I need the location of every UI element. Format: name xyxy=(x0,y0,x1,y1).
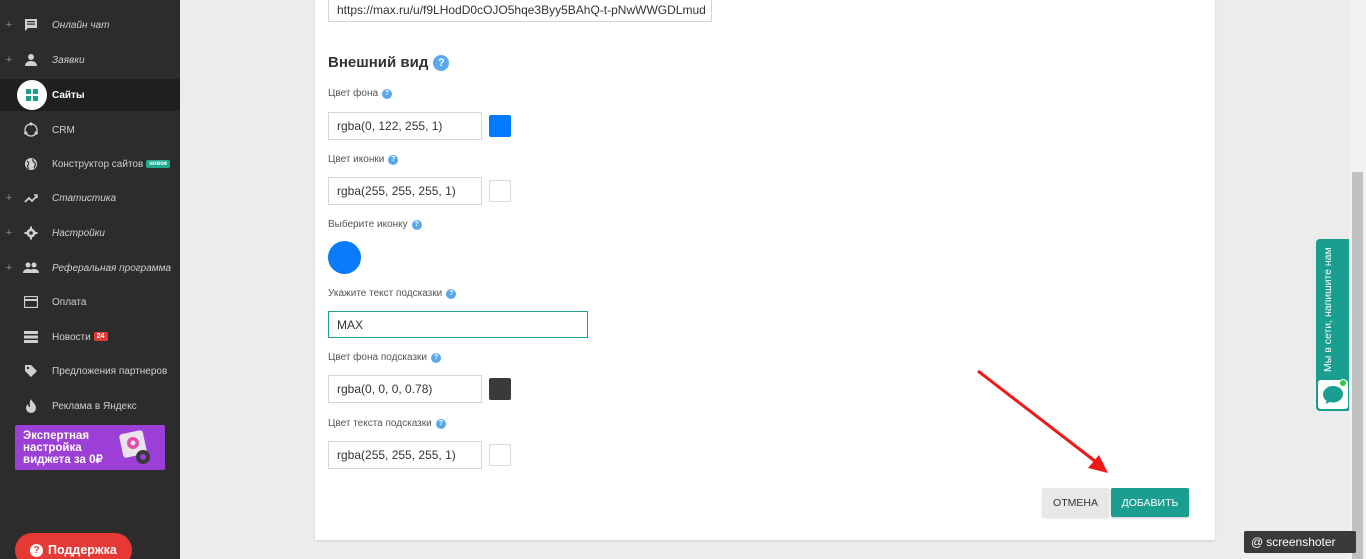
hint-text-input[interactable]: MAX xyxy=(328,311,588,338)
promo-banner[interactable]: Экспертная настройка виджета за 0₽ xyxy=(15,425,165,470)
sidebar-item-label: Сайты xyxy=(52,89,85,101)
help-icon[interactable]: ? xyxy=(431,352,442,363)
sidebar-item-crm[interactable]: CRM xyxy=(0,114,180,146)
help-icon[interactable]: ? xyxy=(382,88,393,99)
annotation-arrow-icon xyxy=(977,369,1108,473)
expand-icon[interactable]: + xyxy=(5,227,13,239)
expand-icon[interactable]: + xyxy=(5,192,13,204)
sidebar-item-yandex-ads[interactable]: Реклама в Яндекс xyxy=(0,390,180,422)
sidebar-item-label: Онлайн чат xyxy=(52,19,110,31)
sidebar-item-label: Новости 24 xyxy=(52,332,108,343)
help-icon[interactable]: ? xyxy=(435,418,446,429)
label-text: Укажите текст подсказки xyxy=(328,288,443,299)
label-text: Цвет текста подсказки xyxy=(328,418,432,429)
promo-text: Экспертная настройка виджета за 0₽ xyxy=(23,430,103,466)
sidebar-item-sites[interactable]: Сайты xyxy=(0,79,180,111)
sidebar-item-online-chat[interactable]: + Онлайн чат xyxy=(0,9,180,41)
sidebar-item-label: Статистика xyxy=(52,192,117,204)
news-count-badge: 24 xyxy=(93,332,108,342)
choose-icon-label: Выберите иконку ? xyxy=(328,219,422,230)
card-icon xyxy=(23,294,39,310)
hint-bg-label: Цвет фона подсказки ? xyxy=(328,352,442,363)
hint-text-label: Укажите текст подсказки ? xyxy=(328,288,457,299)
sidebar-item-label: Реклама в Яндекс xyxy=(52,400,137,412)
help-icon[interactable]: ? xyxy=(446,288,457,299)
icon-picker[interactable] xyxy=(328,241,361,274)
sidebar: + Онлайн чат + Заявки Сайты CRM Конструк… xyxy=(0,0,180,559)
sidebar-item-label: Конструктор сайтов новое xyxy=(52,158,171,170)
tag-icon xyxy=(23,363,39,379)
url-input[interactable]: https://max.ru/u/f9LHodD0cOJO5hqe3Byy5BA… xyxy=(328,0,712,22)
help-icon[interactable]: ? xyxy=(433,54,450,71)
bg-color-label: Цвет фона ? xyxy=(328,88,393,99)
watermark-label: screenshoter xyxy=(1266,535,1336,549)
fire-icon xyxy=(23,398,39,414)
sidebar-item-requests[interactable]: + Заявки xyxy=(0,44,180,76)
section-title: Внешний вид ? xyxy=(328,54,450,71)
new-badge: новое xyxy=(146,159,171,168)
group-icon xyxy=(23,260,39,276)
chat-icon xyxy=(23,17,39,33)
sites-icon xyxy=(17,80,47,110)
sidebar-item-label: Оплата xyxy=(52,296,87,308)
hint-text-color-input[interactable]: rgba(255, 255, 255, 1) xyxy=(328,441,482,469)
label-text: Цвет фона xyxy=(328,88,379,99)
sidebar-item-site-builder[interactable]: Конструктор сайтов новое xyxy=(0,148,180,180)
expand-icon[interactable]: + xyxy=(5,19,13,31)
bg-color-swatch[interactable] xyxy=(489,115,511,137)
crm-icon xyxy=(23,122,39,138)
sidebar-item-label: Настройки xyxy=(52,227,105,239)
bg-color-input[interactable]: rgba(0, 122, 255, 1) xyxy=(328,112,482,140)
label-text: Выберите иконку xyxy=(328,219,408,230)
icon-color-label: Цвет иконки ? xyxy=(328,154,399,165)
trend-icon xyxy=(23,190,39,206)
sidebar-item-label: CRM xyxy=(52,124,75,136)
add-button[interactable]: ДОБАВИТЬ xyxy=(1111,488,1189,517)
hint-bg-input[interactable]: rgba(0, 0, 0, 0.78) xyxy=(328,375,482,403)
icon-color-input[interactable]: rgba(255, 255, 255, 1) xyxy=(328,177,482,205)
sidebar-item-referral[interactable]: + Реферальная программа xyxy=(0,252,180,284)
globe-icon xyxy=(23,156,39,172)
hint-text-color-label: Цвет текста подсказки ? xyxy=(328,418,446,429)
icon-color-swatch[interactable] xyxy=(489,180,511,202)
screenshoter-watermark: @ screenshoter xyxy=(1244,531,1356,553)
sidebar-item-settings[interactable]: + Настройки xyxy=(0,217,180,249)
label-text: Цвет иконки xyxy=(328,154,385,165)
at-icon: @ xyxy=(1251,535,1264,549)
expand-icon[interactable]: + xyxy=(5,262,13,274)
label-text: Цвет фона подсказки xyxy=(328,352,428,363)
sidebar-item-label: Предложения партнеров xyxy=(52,365,168,377)
sidebar-item-news[interactable]: Новости 24 xyxy=(0,321,180,353)
help-icon[interactable]: ? xyxy=(388,154,399,165)
sidebar-item-label: Заявки xyxy=(52,54,85,66)
support-label: Поддержка xyxy=(48,543,117,557)
person-icon xyxy=(23,52,39,68)
sidebar-item-text: Новости xyxy=(52,331,91,343)
sidebar-item-text: Конструктор сайтов xyxy=(52,158,144,170)
scrollbar-thumb[interactable] xyxy=(1352,172,1363,559)
sidebar-item-label: Реферальная программа xyxy=(52,262,172,274)
online-status-dot xyxy=(1339,379,1347,387)
sidebar-item-payment[interactable]: Оплата xyxy=(0,286,180,318)
hint-text-color-swatch[interactable] xyxy=(489,444,511,466)
support-button[interactable]: ? Поддержка xyxy=(15,533,132,559)
expand-icon[interactable]: + xyxy=(5,54,13,66)
sidebar-item-statistics[interactable]: + Статистика xyxy=(0,182,180,214)
section-title-text: Внешний вид xyxy=(328,54,429,71)
question-icon: ? xyxy=(30,543,43,557)
gear-icon xyxy=(23,225,39,241)
sidebar-item-partner-offers[interactable]: Предложения партнеров xyxy=(0,355,180,387)
hint-bg-swatch[interactable] xyxy=(489,378,511,400)
help-icon[interactable]: ? xyxy=(411,219,422,230)
list-icon xyxy=(23,329,39,345)
cancel-button[interactable]: ОТМЕНА xyxy=(1042,488,1109,517)
chat-widget-label: Мы в сети, напишите нам xyxy=(1322,247,1334,372)
promo-art-icon xyxy=(119,430,150,464)
